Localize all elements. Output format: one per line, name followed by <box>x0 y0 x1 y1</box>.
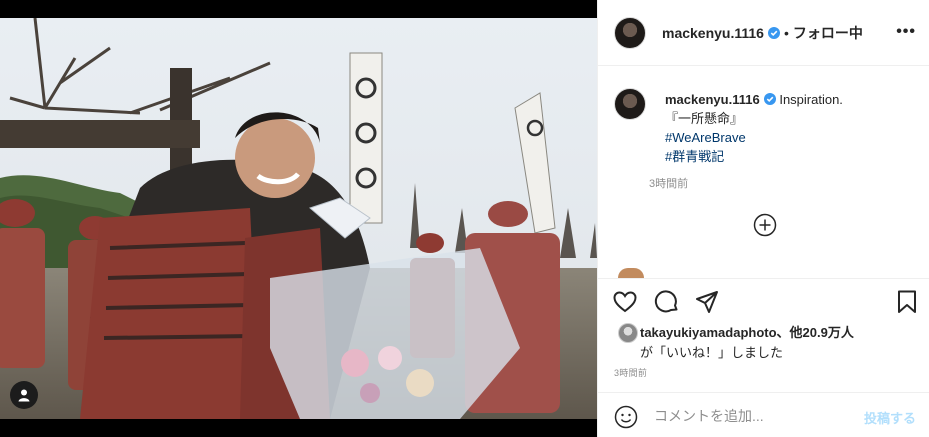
following-button[interactable]: フォロー中 <box>793 23 863 43</box>
verified-icon <box>767 26 780 39</box>
caption-time: 3時間前 <box>649 178 689 190</box>
caption-username[interactable]: mackenyu.1116 <box>665 92 776 107</box>
likes-count[interactable]: takayukiyamadaphoto、他20.9万人 <box>640 322 854 341</box>
next-comment-avatar <box>618 268 644 278</box>
photo-letterbox-bottom <box>0 419 597 437</box>
caption-author-avatar[interactable] <box>614 88 646 120</box>
comment-bar: 投稿する <box>598 392 929 437</box>
author-avatar[interactable] <box>614 16 646 49</box>
comment-input[interactable] <box>654 403 854 429</box>
caption-line-2: 『一所懸命』 <box>665 111 744 126</box>
tag-user-icon <box>18 389 30 402</box>
post-photo[interactable] <box>0 0 597 437</box>
verified-icon <box>763 93 776 105</box>
more-options-icon[interactable]: ••• <box>896 23 916 41</box>
post-comment-button[interactable]: 投稿する <box>864 408 916 427</box>
liker-avatar[interactable] <box>618 323 638 343</box>
author-username[interactable]: mackenyu.1116 <box>662 25 780 41</box>
caption-text: Inspiration. <box>779 92 843 107</box>
photo-letterbox-top <box>0 0 597 18</box>
action-bar <box>598 278 929 324</box>
post-side-panel: mackenyu.1116 • フォロー中 ••• mackenyu.1116 … <box>597 0 929 437</box>
post-timestamp[interactable]: 3時間前 <box>614 366 647 379</box>
bookmark-icon[interactable] <box>894 289 920 315</box>
comment-icon[interactable] <box>654 289 680 315</box>
share-icon[interactable] <box>694 289 720 315</box>
post-image <box>0 18 597 419</box>
tagged-users-button[interactable] <box>10 381 38 409</box>
load-more-comments-icon[interactable] <box>753 213 777 237</box>
hashtag-link[interactable]: #群青戦記 <box>665 147 915 166</box>
header-separator: • <box>783 24 789 41</box>
post-header: mackenyu.1116 • フォロー中 ••• <box>598 0 929 66</box>
emoji-icon[interactable] <box>614 405 638 429</box>
heart-icon[interactable] <box>612 289 638 315</box>
caption-body: mackenyu.1116 Inspiration. 『一所懸命』 #WeAre… <box>665 90 915 166</box>
likes-suffix: が「いいね！」しました <box>640 345 784 360</box>
likes-summary: takayukiyamadaphoto、他20.9万人 が「いいね！」しました <box>614 320 924 360</box>
hashtag-link[interactable]: #WeAreBrave <box>665 128 915 147</box>
